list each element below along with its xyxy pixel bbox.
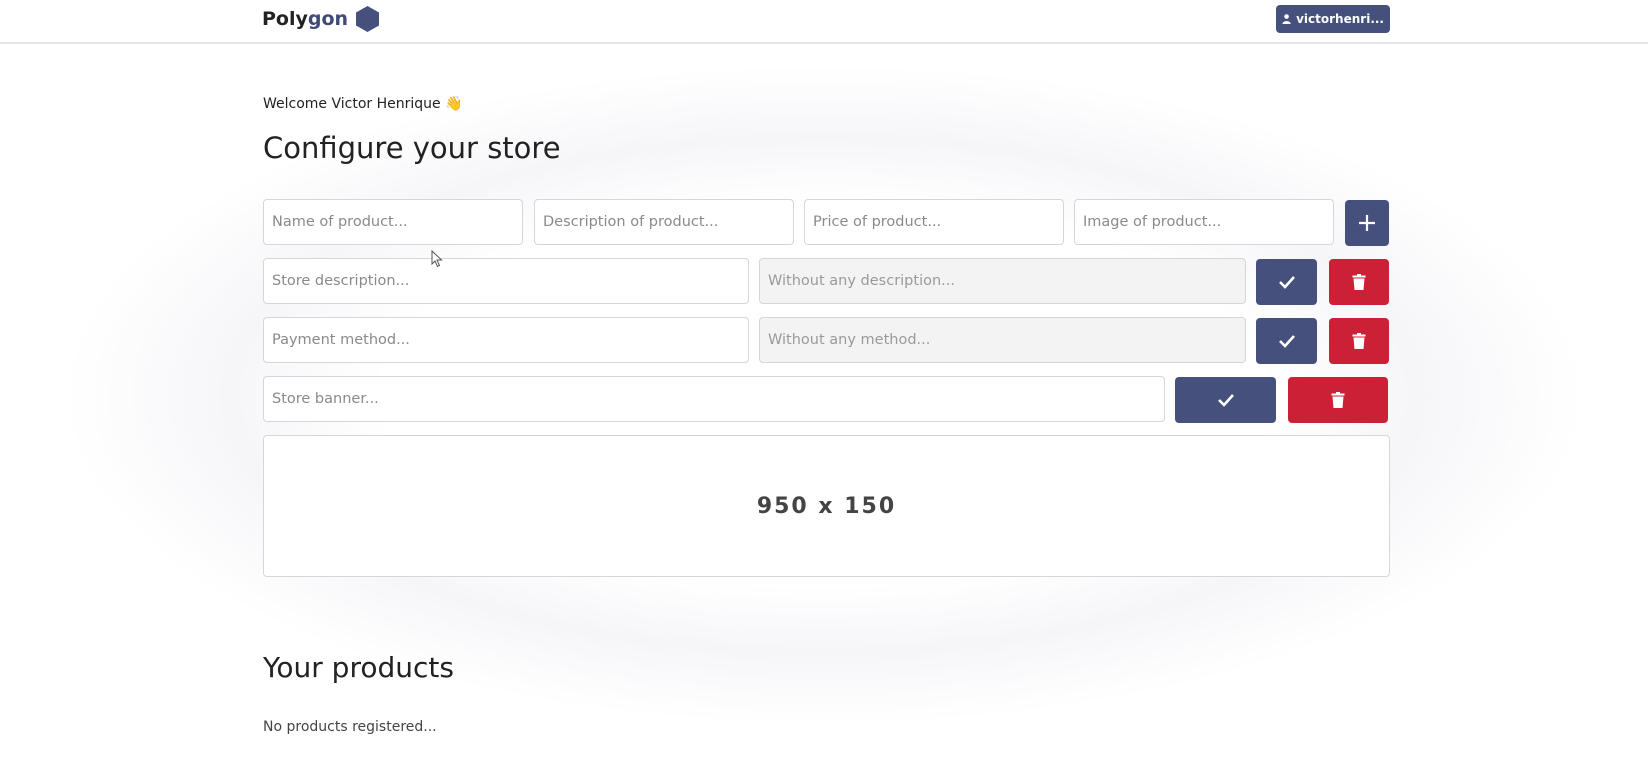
- products-empty-message: No products registered...: [263, 719, 437, 735]
- products-section-title: Your products: [263, 651, 454, 684]
- product-price-input[interactable]: [804, 199, 1064, 245]
- save-banner-button[interactable]: [1175, 377, 1276, 423]
- brand-logo[interactable]: Polygon: [262, 6, 380, 32]
- top-navbar: Polygon victorhenri...: [0, 0, 1648, 44]
- delete-payment-button[interactable]: [1329, 318, 1389, 364]
- current-store-description: [759, 258, 1246, 304]
- logo-text: Polygon: [262, 8, 349, 30]
- store-description-input[interactable]: [263, 258, 749, 304]
- current-payment-method: [759, 317, 1246, 363]
- hexagon-icon: [356, 6, 380, 32]
- save-payment-button[interactable]: [1256, 318, 1317, 364]
- store-banner-preview: 950 x 150: [263, 435, 1390, 577]
- delete-banner-button[interactable]: [1288, 377, 1388, 423]
- product-description-input[interactable]: [534, 199, 794, 245]
- plus-icon: [1359, 215, 1375, 231]
- save-description-button[interactable]: [1256, 259, 1317, 305]
- welcome-message: Welcome Victor Henrique 👋: [263, 96, 463, 112]
- payment-method-input[interactable]: [263, 317, 749, 363]
- store-banner-input[interactable]: [263, 376, 1165, 422]
- check-icon: [1278, 335, 1295, 348]
- username-label: victorhenri...: [1296, 12, 1384, 26]
- delete-description-button[interactable]: [1329, 259, 1389, 305]
- trash-icon: [1331, 392, 1345, 408]
- product-image-input[interactable]: [1074, 199, 1334, 245]
- trash-icon: [1352, 333, 1366, 349]
- page-title: Configure your store: [263, 131, 561, 165]
- check-icon: [1278, 276, 1295, 289]
- cursor-icon: [431, 250, 443, 268]
- check-icon: [1217, 394, 1234, 407]
- add-product-button[interactable]: [1345, 200, 1389, 246]
- user-icon: [1282, 14, 1291, 24]
- user-menu-button[interactable]: victorhenri...: [1276, 5, 1390, 33]
- banner-placeholder-text: 950 x 150: [756, 493, 897, 519]
- trash-icon: [1352, 274, 1366, 290]
- product-name-input[interactable]: [263, 199, 523, 245]
